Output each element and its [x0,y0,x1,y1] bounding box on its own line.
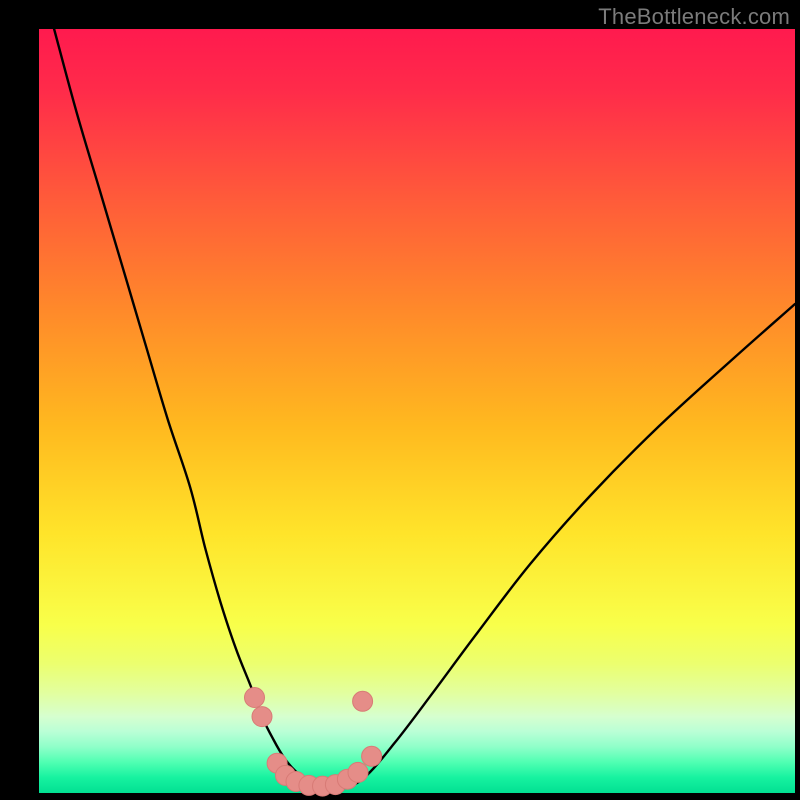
data-marker [245,688,265,708]
marker-cluster [245,688,382,797]
bottleneck-curve [54,29,795,790]
data-marker [362,746,382,766]
watermark-text: TheBottleneck.com [598,4,790,30]
curve-layer [0,0,800,800]
data-marker [348,762,368,782]
data-marker [353,691,373,711]
data-marker [252,707,272,727]
chart-frame: TheBottleneck.com [0,0,800,800]
